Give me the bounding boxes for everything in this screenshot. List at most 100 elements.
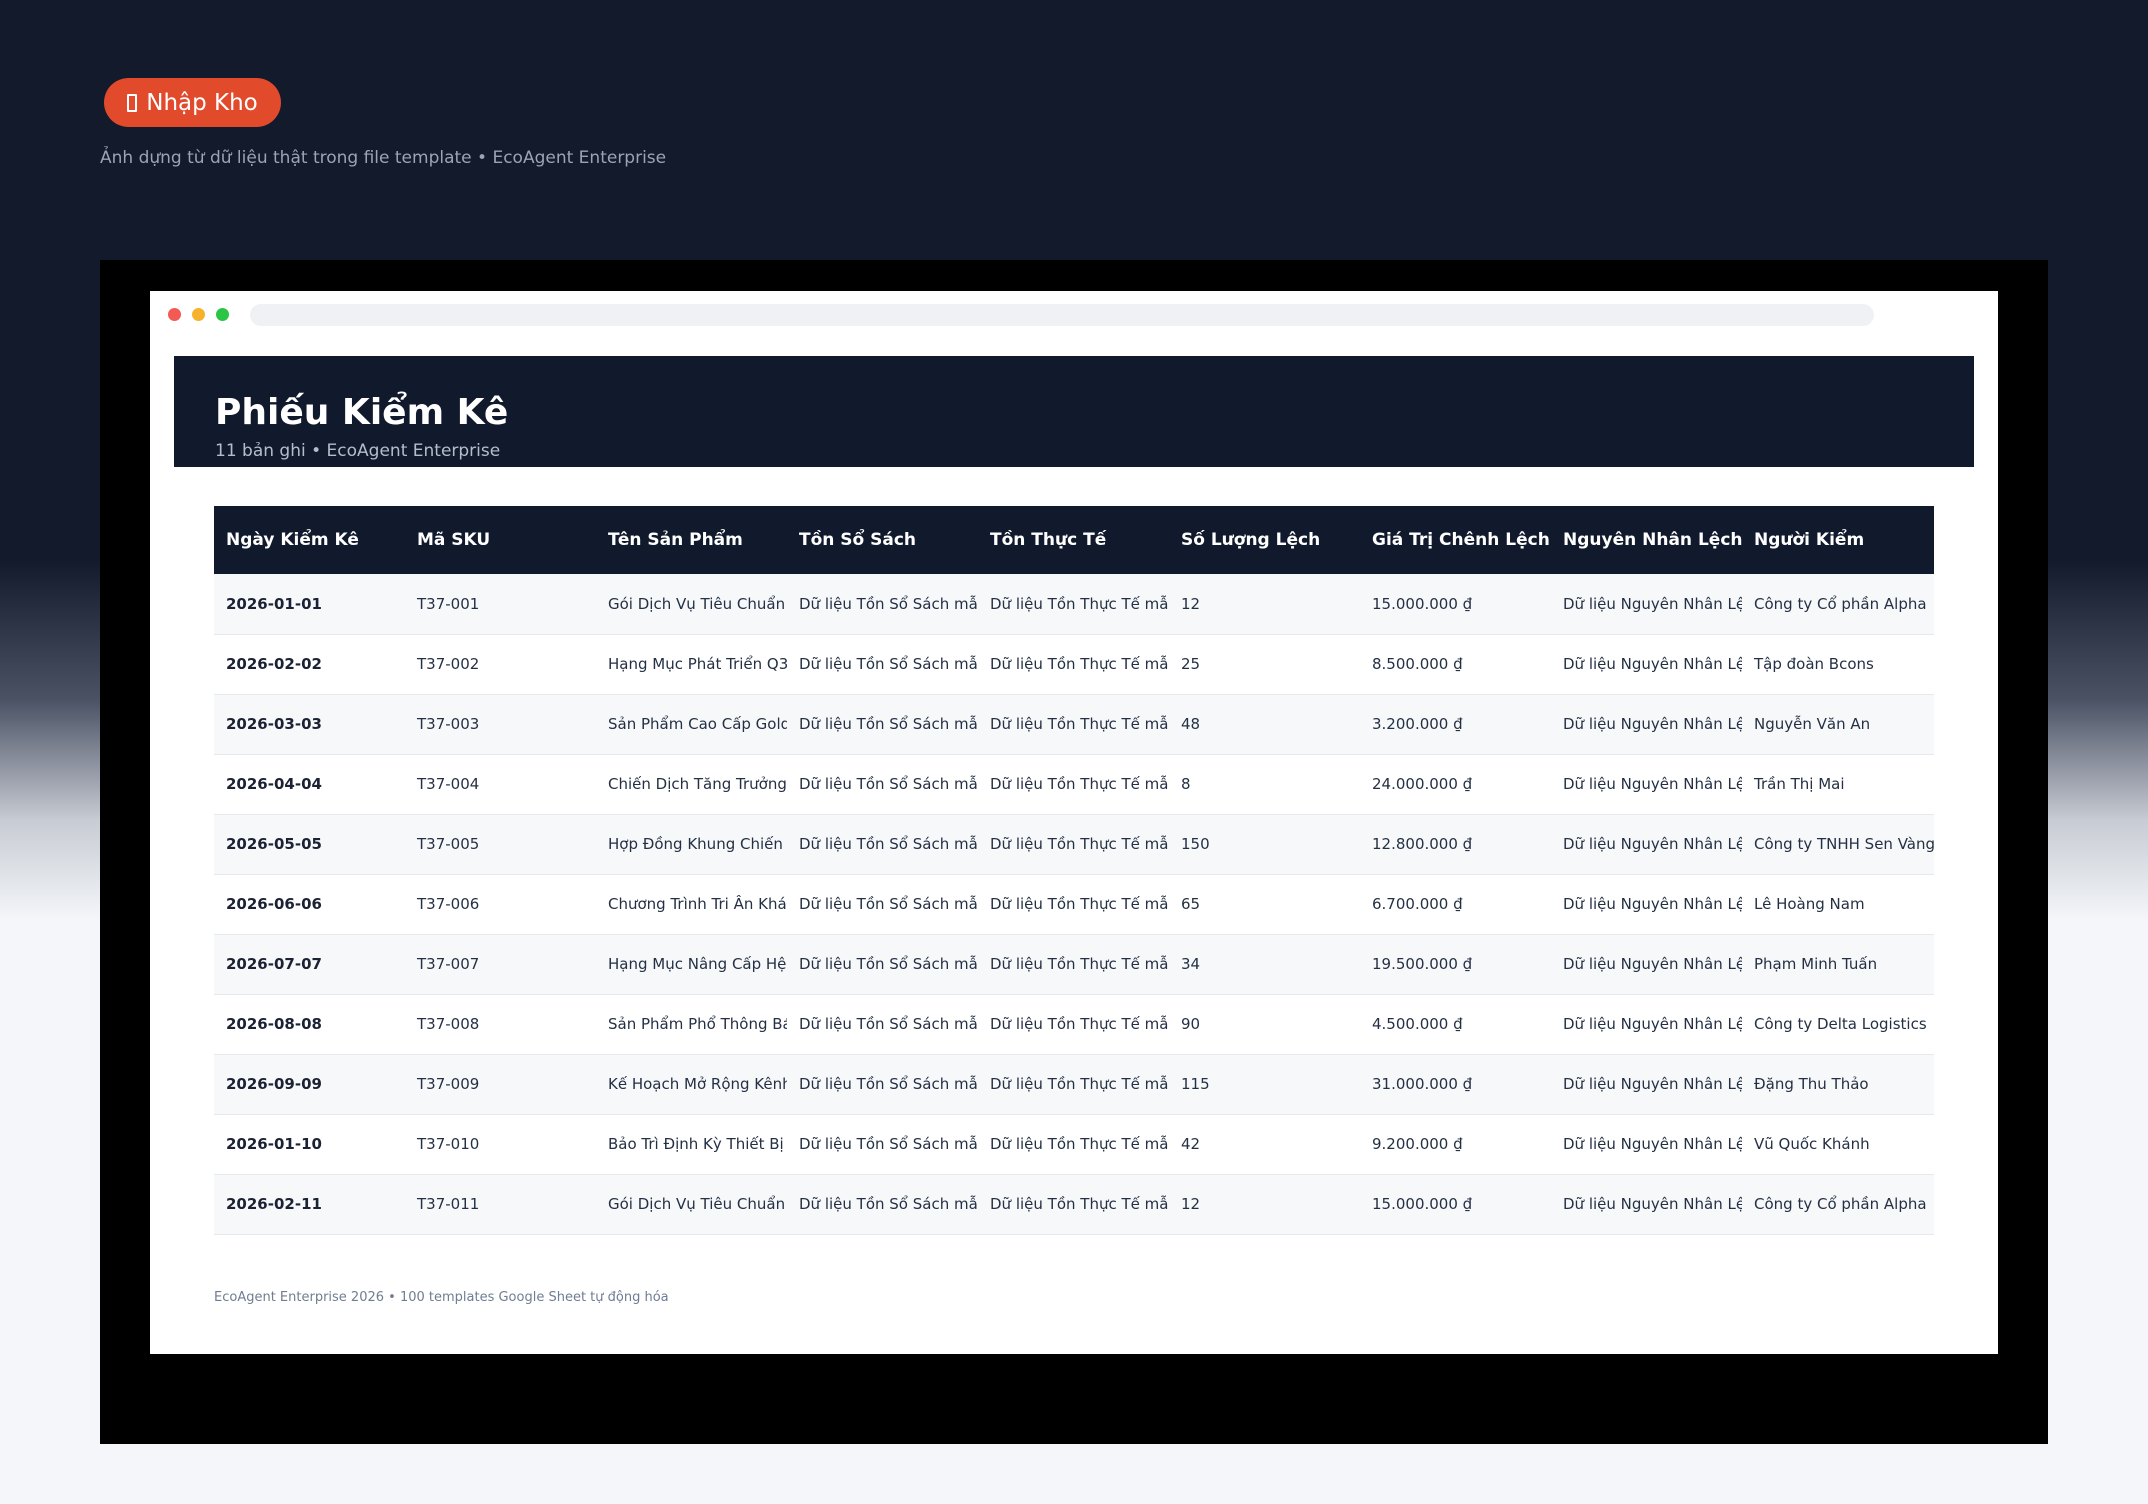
table-cell: T37-009 [417, 1075, 480, 1093]
table-cell: Công ty Cổ phần Alpha [1754, 1195, 1927, 1213]
table-cell: Trần Thị Mai [1754, 775, 1845, 793]
table-cell: Bảo Trì Định Kỳ Thiết Bị [608, 1135, 784, 1153]
table-cell: Gói Dịch Vụ Tiêu Chuẩn [608, 594, 786, 613]
report-title: Phiếu Kiểm Kê [215, 392, 509, 433]
clipboard-icon [127, 93, 138, 112]
table-row[interactable]: 2026-04-04 T37-004 Chiến Dịch Tăng Trưởng … [214, 754, 1934, 814]
table-cell: Dữ liệu Nguyên Nhân Lệch [1563, 1075, 1742, 1093]
table-cell: T37-011 [417, 1195, 480, 1213]
table-cell: Chiến Dịch Tăng Trưởng T [608, 775, 787, 793]
table-cell: Dữ liệu Tồn Sổ Sách mẫu [799, 715, 978, 733]
table-cell: Dữ liệu Nguyên Nhân Lệch [1563, 955, 1742, 973]
table-cell: T37-006 [417, 895, 480, 913]
table-row[interactable]: 2026-09-09 T37-009 Kế Hoạch Mở Rộng Kênh P… [214, 1054, 1934, 1114]
table-cell: 19.500.000 ₫ [1372, 955, 1473, 973]
table-cell: 15.000.000 ₫ [1372, 594, 1473, 613]
table-row[interactable]: 2026-05-05 T37-005 Hợp Đồng Khung Chiến Lư… [214, 814, 1934, 874]
table-cell: Dữ liệu Tồn Thực Tế mẫu [990, 655, 1169, 673]
table-cell: Dữ liệu Tồn Thực Tế mẫu [990, 1135, 1169, 1153]
address-bar[interactable] [250, 304, 1874, 326]
table-cell: 15.000.000 ₫ [1372, 1195, 1473, 1213]
table-cell: Dữ liệu Tồn Sổ Sách mẫu [799, 955, 978, 973]
table-cell: 34 [1181, 955, 1201, 973]
table-cell: 65 [1181, 895, 1201, 913]
column-header[interactable]: Tồn Sổ Sách [787, 506, 978, 574]
table-cell: Dữ liệu Tồn Thực Tế mẫu [990, 1015, 1169, 1033]
table-cell: 4.500.000 ₫ [1372, 1015, 1463, 1033]
table-cell: Chương Trình Tri Ân Khác [608, 895, 787, 913]
table-cell: 2026-02-11 [226, 1195, 322, 1213]
table-row[interactable]: 2026-02-11 T37-011 Gói Dịch Vụ Tiêu Chuẩn D… [214, 1174, 1934, 1234]
table-cell: Sản Phẩm Phổ Thông Bán Chạy [608, 1015, 787, 1033]
maximize-window-dot[interactable] [216, 308, 229, 321]
table-cell: T37-001 [417, 594, 480, 613]
close-window-dot[interactable] [168, 308, 181, 321]
column-header[interactable]: Tồn Thực Tế [978, 506, 1169, 574]
table-cell: Dữ liệu Tồn Sổ Sách mẫu [799, 895, 978, 913]
table-cell: 12.800.000 ₫ [1372, 835, 1473, 853]
table-row[interactable]: 2026-03-03 T37-003 Sản Phẩm Cao Cấp Gold Dữ… [214, 694, 1934, 754]
table-cell: 8.500.000 ₫ [1372, 655, 1463, 673]
table-cell: T37-004 [417, 775, 480, 793]
table-cell: Dữ liệu Nguyên Nhân Lệch [1563, 1015, 1742, 1033]
table-row[interactable]: 2026-08-08 T37-008 Sản Phẩm Phổ Thông Bán … [214, 994, 1934, 1054]
table-cell: Dữ liệu Tồn Thực Tế mẫu [990, 1075, 1169, 1093]
table-cell: 150 [1181, 835, 1210, 853]
inventory-table: Ngày Kiểm Kê Mã SKU Tên Sản Phẩm Tồn Sổ Sác… [214, 506, 1934, 1235]
table-cell: 2026-07-07 [226, 955, 322, 973]
table-row[interactable]: 2026-06-06 T37-006 Chương Trình Tri Ân Khá… [214, 874, 1934, 934]
table-cell: Dữ liệu Tồn Thực Tế mẫu [990, 1195, 1169, 1213]
table-cell: Dữ liệu Tồn Sổ Sách mẫu [799, 835, 978, 853]
table-cell: T37-007 [417, 955, 480, 973]
report-header: Phiếu Kiểm Kê 11 bản ghi • EcoAgent Ente… [174, 356, 1974, 467]
column-header[interactable]: Ngày Kiểm Kê [214, 506, 405, 574]
table-cell: 3.200.000 ₫ [1372, 715, 1463, 733]
table-cell: Dữ liệu Tồn Thực Tế mẫu [990, 955, 1169, 973]
column-header[interactable]: Số Lượng Lệch [1169, 506, 1360, 574]
table-row[interactable]: 2026-01-10 T37-010 Bảo Trì Định Kỳ Thiết B… [214, 1114, 1934, 1174]
table-cell: Dữ liệu Tồn Sổ Sách mẫu [799, 1015, 978, 1033]
table-cell: T37-010 [417, 1135, 480, 1153]
table-cell: Dữ liệu Tồn Thực Tế mẫu [990, 835, 1169, 853]
table-cell: Dữ liệu Nguyên Nhân Lệch [1563, 895, 1742, 913]
table-cell: Dữ liệu Tồn Sổ Sách mẫu [799, 655, 978, 673]
table-cell: Phạm Minh Tuấn [1754, 955, 1878, 973]
table-cell: Đặng Thu Thảo [1754, 1075, 1869, 1093]
table-cell: 2026-09-09 [226, 1075, 322, 1093]
column-header[interactable]: Giá Trị Chênh Lệch [1360, 506, 1551, 574]
table-cell: 2026-04-04 [226, 775, 322, 793]
table-cell: 90 [1181, 1015, 1201, 1033]
table-cell: Dữ liệu Tồn Sổ Sách mẫu [799, 1135, 978, 1153]
report-meta: 11 bản ghi • EcoAgent Enterprise [215, 441, 501, 461]
table-cell: T37-008 [417, 1015, 480, 1033]
table-cell: 8 [1181, 775, 1191, 793]
table-cell: 2026-08-08 [226, 1015, 322, 1033]
column-header[interactable]: Mã SKU [405, 506, 596, 574]
table-cell: 48 [1181, 715, 1201, 733]
table-cell: 2026-01-10 [226, 1135, 322, 1153]
table-row[interactable]: 2026-07-07 T37-007 Hạng Mục Nâng Cấp Hệ Th… [214, 934, 1934, 994]
category-badge[interactable]: Nhập Kho [104, 78, 281, 127]
table-row[interactable]: 2026-02-02 T37-002 Hạng Mục Phát Triển Q3 D… [214, 634, 1934, 694]
table-cell: Dữ liệu Nguyên Nhân Lệch [1563, 835, 1742, 853]
minimize-window-dot[interactable] [192, 308, 205, 321]
column-header[interactable]: Người Kiểm [1742, 506, 1934, 574]
table-cell: 115 [1181, 1075, 1210, 1093]
table-cell: 6.700.000 ₫ [1372, 895, 1463, 913]
table-cell: Dữ liệu Tồn Thực Tế mẫu [990, 594, 1169, 613]
table-cell: T37-005 [417, 835, 480, 853]
browser-window: Phiếu Kiểm Kê 11 bản ghi • EcoAgent Ente… [150, 291, 1998, 1354]
table-cell: Lê Hoàng Nam [1754, 895, 1865, 913]
table-cell: Dữ liệu Tồn Sổ Sách mẫu [799, 594, 978, 613]
table-cell: 2026-01-01 [226, 594, 322, 613]
table-cell: 2026-05-05 [226, 835, 322, 853]
table-cell: Gói Dịch Vụ Tiêu Chuẩn [608, 1195, 786, 1213]
column-header[interactable]: Tên Sản Phẩm [596, 506, 787, 574]
table-cell: Nguyễn Văn An [1754, 715, 1871, 733]
table-cell: T37-003 [417, 715, 480, 733]
table-cell: Sản Phẩm Cao Cấp Gold [608, 715, 787, 733]
table-cell: Hợp Đồng Khung Chiến Lược [608, 835, 787, 853]
column-header[interactable]: Nguyên Nhân Lệch [1551, 506, 1742, 574]
table-row[interactable]: 2026-01-01 T37-001 Gói Dịch Vụ Tiêu Chuẩn D… [214, 574, 1934, 634]
table-cell: 12 [1181, 1195, 1201, 1213]
